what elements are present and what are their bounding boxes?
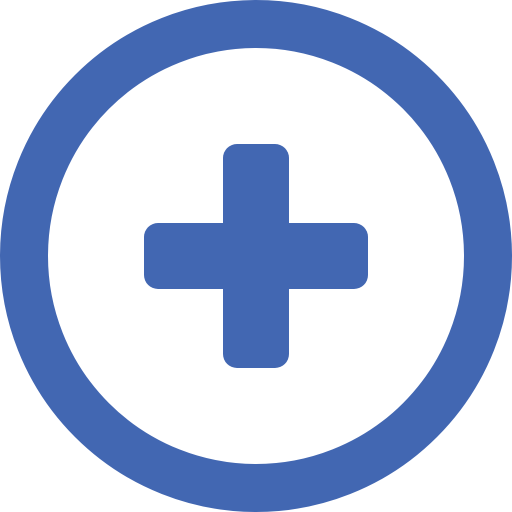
plus-horizontal-bar xyxy=(144,223,368,289)
add-circle-button[interactable] xyxy=(0,0,512,512)
add-circle-icon xyxy=(0,0,512,512)
